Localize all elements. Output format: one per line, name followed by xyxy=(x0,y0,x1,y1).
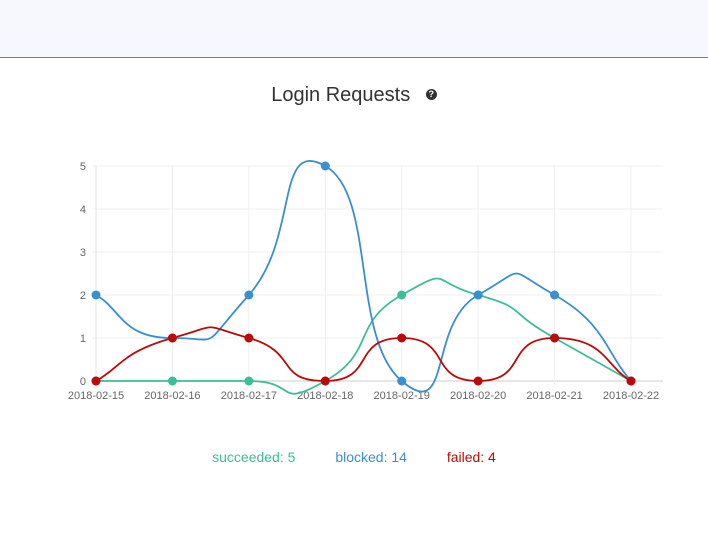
y-tick-label: 0 xyxy=(80,376,86,388)
point-failed xyxy=(167,333,177,343)
point-blocked xyxy=(244,290,254,300)
point-blocked xyxy=(550,290,560,300)
point-failed xyxy=(626,376,636,386)
x-tick-label: 2018-02-20 xyxy=(450,390,506,402)
point-failed xyxy=(320,376,330,386)
point-succeeded xyxy=(397,290,407,300)
series-lines xyxy=(95,160,632,395)
y-tick-label: 2 xyxy=(80,290,86,302)
x-tick-label: 2018-02-17 xyxy=(221,390,277,402)
point-blocked xyxy=(91,290,101,300)
point-failed xyxy=(473,376,483,386)
point-blocked xyxy=(473,290,483,300)
point-blocked xyxy=(397,376,407,386)
legend-failed[interactable]: failed: 4 xyxy=(447,449,496,465)
x-tick-label: 2018-02-22 xyxy=(603,390,659,402)
point-failed xyxy=(91,376,101,386)
x-tick-label: 2018-02-15 xyxy=(68,390,124,402)
y-tick-label: 3 xyxy=(80,247,86,259)
chart-legend: succeeded: 5 blocked: 14 failed: 4 xyxy=(0,449,708,465)
legend-succeeded[interactable]: succeeded: 5 xyxy=(212,449,295,465)
point-succeeded xyxy=(167,376,177,386)
point-failed xyxy=(397,333,407,343)
legend-blocked[interactable]: blocked: 14 xyxy=(335,449,407,465)
y-tick-label: 4 xyxy=(80,204,86,216)
y-tick-label: 5 xyxy=(80,161,86,173)
point-failed xyxy=(244,333,254,343)
point-failed xyxy=(550,333,560,343)
y-tick-label: 1 xyxy=(80,333,86,345)
x-axis: 2018-02-15 2018-02-16 2018-02-17 2018-02-18… xyxy=(68,390,659,402)
x-tick-label: 2018-02-21 xyxy=(526,390,582,402)
x-tick-label: 2018-02-16 xyxy=(144,390,200,402)
point-succeeded xyxy=(244,376,254,386)
y-axis: 0 1 2 3 4 5 xyxy=(80,161,86,388)
point-blocked xyxy=(320,161,330,171)
line-blocked xyxy=(95,160,632,393)
chart-grid xyxy=(92,165,663,386)
